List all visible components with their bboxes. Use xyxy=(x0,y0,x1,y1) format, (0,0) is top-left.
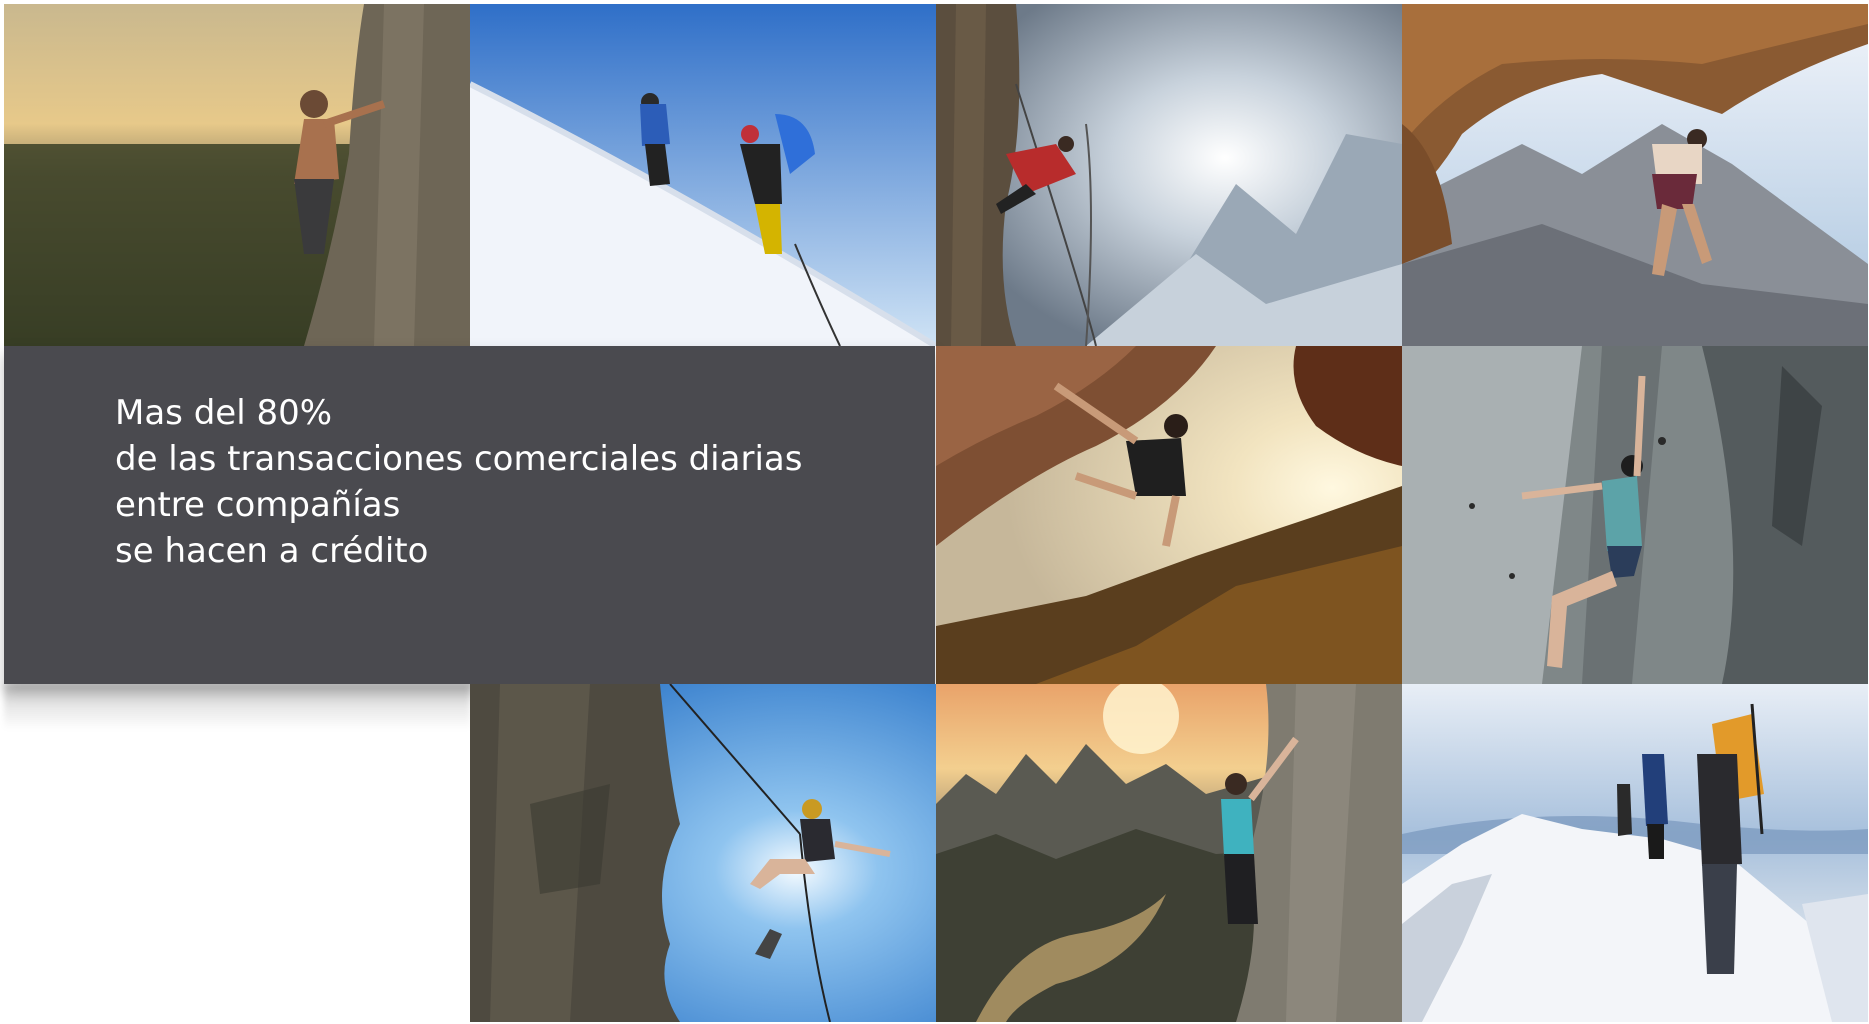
headline-line-2: de las transacciones comerciales diarias xyxy=(115,439,803,479)
climber-on-rope-misty-peaks-photo xyxy=(936,4,1402,346)
panel-shadow xyxy=(4,684,470,730)
headline-line-4: se hacen a crédito xyxy=(115,531,429,571)
climber-at-sunset-cliff-photo xyxy=(4,4,470,346)
headline-panel: Mas del 80% de las transacciones comerci… xyxy=(4,346,935,684)
woman-climbing-grey-rock-wall-photo xyxy=(1402,346,1868,684)
hikers-on-snowy-ridge-photo xyxy=(1402,684,1868,1022)
climber-under-rock-overhang-photo xyxy=(1402,4,1868,346)
slide-canvas: Mas del 80% de las transacciones comerci… xyxy=(0,0,1869,1024)
woman-climbing-karst-landscape-photo xyxy=(936,684,1402,1022)
climber-under-sunlit-overhang-photo xyxy=(936,346,1402,684)
headline-line-3: entre compañías xyxy=(115,485,401,525)
climber-rappelling-blue-sky-photo xyxy=(470,684,936,1022)
mountaineers-on-snow-slope-photo xyxy=(470,4,936,346)
headline-line-1: Mas del 80% xyxy=(115,393,333,433)
